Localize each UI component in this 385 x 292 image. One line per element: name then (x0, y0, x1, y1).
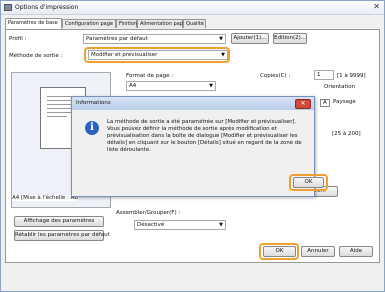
output-method-value: Modifier et prévisualiser (91, 52, 158, 58)
orientation-label: Orientation (324, 84, 356, 90)
chevron-down-icon: ▼ (209, 83, 213, 89)
cancel-button[interactable]: Annuler (301, 246, 335, 257)
profile-select[interactable]: Paramètres par défaut ▼ (83, 34, 226, 44)
ok-button[interactable]: OK (263, 246, 296, 257)
restore-defaults-button[interactable]: Rétablir les paramètres par défaut (14, 230, 110, 241)
tab-paper-source[interactable]: Alimentation papier (137, 19, 189, 28)
output-method-select[interactable]: Modifier et prévisualiser ▼ (88, 50, 228, 60)
copies-input[interactable]: 1 (314, 70, 334, 80)
chevron-down-icon: ▼ (221, 52, 225, 58)
dialog-ok-button[interactable]: OK (293, 177, 324, 188)
title-bar: Options d'impression ✕ (1, 1, 384, 15)
info-icon: i (85, 121, 99, 135)
scale-range: [25 à 200] (332, 131, 361, 137)
close-icon[interactable]: ✕ (373, 2, 380, 11)
tab-quality[interactable]: Qualité (183, 19, 206, 28)
help-button[interactable]: Aide (339, 246, 373, 257)
information-dialog: Informations ✕ i La méthode de sortie a … (71, 96, 328, 197)
tab-finishing[interactable]: Finition (116, 19, 137, 28)
preview-caption: A4 [Mise à l'échelle : Au (12, 195, 78, 201)
copies-label: Copies(C) : (260, 73, 291, 79)
dialog-message: La méthode de sortie a été paramétrée su… (107, 119, 302, 153)
tab-page-setup[interactable]: Configuration page (62, 19, 116, 28)
output-method-label: Méthode de sortie : (9, 53, 63, 59)
collate-value: Désactivé (137, 222, 165, 228)
add-profile-button[interactable]: Ajouter(1)... (231, 33, 269, 44)
tab-basic-settings[interactable]: Paramètres de base (5, 18, 62, 29)
window-title: Options d'impression (15, 4, 79, 11)
copies-range: [1 à 9999] (337, 73, 366, 79)
show-settings-button[interactable]: Affichage des paramètres (14, 216, 104, 227)
landscape-radio[interactable]: A (320, 99, 330, 107)
page-format-label: Format de page : (126, 73, 174, 79)
orientation-landscape[interactable]: Paysage (333, 99, 356, 105)
chevron-down-icon: ▼ (219, 222, 223, 228)
edit-profile-button[interactable]: Edition(2)... (273, 33, 307, 44)
collate-select[interactable]: Désactivé ▼ (134, 220, 226, 230)
print-options-window: Options d'impression ✕ Paramètres de bas… (0, 0, 385, 292)
page-format-select[interactable]: A4 ▼ (126, 81, 216, 91)
page-format-value: A4 (129, 83, 137, 89)
profile-label: Profil : (9, 36, 27, 42)
chevron-down-icon: ▼ (219, 36, 223, 42)
printer-icon (4, 4, 12, 11)
dialog-title: Informations (72, 97, 314, 110)
dialog-close-icon[interactable]: ✕ (295, 99, 311, 109)
collate-label: Assembler/Grouper(F) : (116, 210, 181, 216)
profile-value: Paramètres par défaut (86, 36, 148, 42)
